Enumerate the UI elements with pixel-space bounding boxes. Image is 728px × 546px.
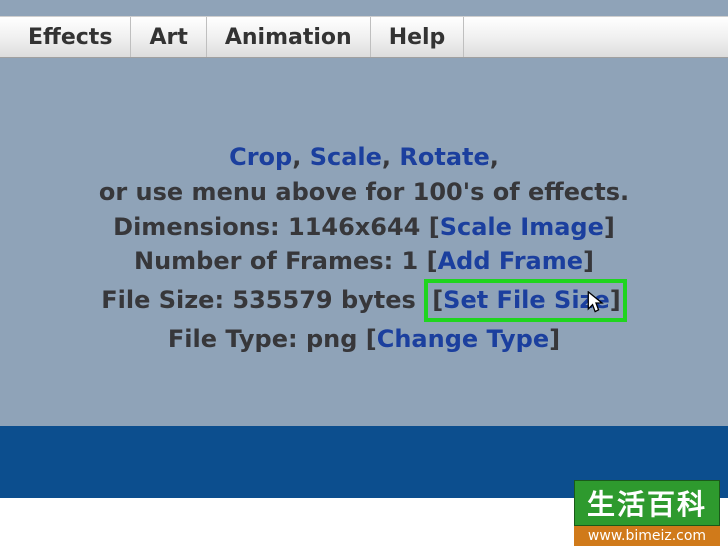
- watermark-url: www.bimeiz.com: [574, 526, 720, 546]
- bracket-close: ]: [610, 286, 621, 314]
- filesize-text: File Size: 535579 bytes: [101, 286, 424, 314]
- menu-effects[interactable]: Effects: [0, 17, 131, 57]
- dimensions-suffix: ]: [604, 213, 615, 241]
- bracket-open: [: [432, 286, 443, 314]
- frames-text: Number of Frames: 1 [: [134, 247, 438, 275]
- add-frame-link[interactable]: Add Frame: [438, 247, 583, 275]
- crop-link[interactable]: Crop: [229, 143, 292, 171]
- filetype-line: File Type: png [Change Type]: [0, 322, 728, 357]
- filetype-text: File Type: png [: [168, 325, 377, 353]
- frames-suffix: ]: [583, 247, 594, 275]
- dimensions-text: Dimensions: 1146x644 [: [113, 213, 440, 241]
- highlight-box: [Set File Size]: [424, 279, 627, 322]
- tools-sep: ,: [292, 143, 309, 171]
- dimensions-line: Dimensions: 1146x644 [Scale Image]: [0, 210, 728, 245]
- menu-art[interactable]: Art: [131, 17, 206, 57]
- watermark: 生活百科 www.bimeiz.com: [574, 480, 720, 546]
- tools-sep: ,: [382, 143, 399, 171]
- scale-link[interactable]: Scale: [310, 143, 382, 171]
- tools-line: Crop, Scale, Rotate,: [0, 140, 728, 175]
- menu-help[interactable]: Help: [371, 17, 465, 57]
- info-panel: Crop, Scale, Rotate, or use menu above f…: [0, 140, 728, 357]
- tools-trail: ,: [490, 143, 499, 171]
- filetype-suffix: ]: [549, 325, 560, 353]
- menubar: Effects Art Animation Help: [0, 16, 728, 58]
- rotate-link[interactable]: Rotate: [399, 143, 489, 171]
- menu-animation[interactable]: Animation: [207, 17, 371, 57]
- set-file-size-link[interactable]: Set File Size: [443, 283, 610, 318]
- hint-line: or use menu above for 100's of effects.: [0, 175, 728, 210]
- frames-line: Number of Frames: 1 [Add Frame]: [0, 244, 728, 279]
- scale-image-link[interactable]: Scale Image: [440, 213, 604, 241]
- filesize-line: File Size: 535579 bytes [Set File Size]: [0, 279, 728, 322]
- watermark-title: 生活百科: [574, 480, 720, 526]
- change-type-link[interactable]: Change Type: [377, 325, 549, 353]
